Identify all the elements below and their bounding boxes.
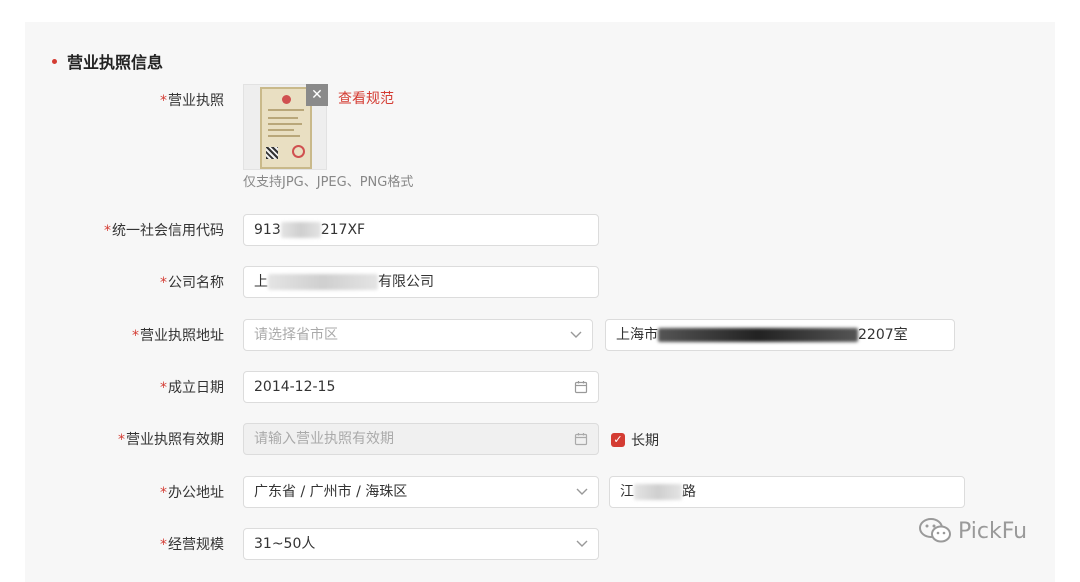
watermark: PickFu (918, 513, 1027, 549)
label-office-address: *办公地址 (160, 485, 224, 501)
view-spec-link[interactable]: 查看规范 (338, 88, 394, 110)
wechat-icon (919, 518, 951, 543)
credit-code-input[interactable]: 913 217XF (243, 214, 599, 246)
label-company-name: *公司名称 (160, 275, 224, 291)
format-hint: 仅支持JPG、JPEG、PNG格式 (243, 175, 414, 190)
row-credit-code: *统一社会信用代码 913 217XF (0, 214, 1080, 248)
long-term-label: 长期 (631, 433, 659, 449)
row-license-validity: *营业执照有效期 请输入营业执照有效期 ✓ 长期 (0, 423, 1080, 457)
calendar-icon (574, 372, 588, 402)
office-detail-address-input[interactable]: 江路 (609, 476, 965, 508)
label-license-address: *营业执照地址 (132, 328, 224, 344)
chevron-down-icon (576, 477, 588, 507)
label-license: *营业执照 (160, 93, 224, 109)
office-region-select[interactable]: 广东省 / 广州市 / 海珠区 (243, 476, 599, 508)
checkmark-icon: ✓ (611, 433, 625, 447)
license-validity-input[interactable]: 请输入营业执照有效期 (243, 423, 599, 455)
long-term-checkbox[interactable]: ✓ 长期 (611, 423, 659, 457)
row-company-name: *公司名称 上有限公司 (0, 266, 1080, 300)
section-title: 营业执照信息 (67, 53, 164, 72)
bullet-dot (52, 58, 57, 64)
row-license: *营业执照 (0, 84, 1080, 118)
established-date-picker[interactable]: 2014-12-15 (243, 371, 599, 403)
business-scale-select[interactable]: 31~50人 (243, 528, 599, 560)
row-license-address: *营业执照地址 请选择省市区 上海市 2207室 (0, 319, 1080, 353)
remove-image-icon[interactable]: ✕ (306, 84, 328, 106)
license-detail-address-input[interactable]: 上海市 2207室 (605, 319, 955, 351)
company-name-input[interactable]: 上有限公司 (243, 266, 599, 298)
calendar-icon (574, 424, 588, 454)
watermark-text: PickFu (958, 518, 1028, 544)
label-credit-code: *统一社会信用代码 (104, 223, 224, 239)
chevron-down-icon (570, 320, 582, 350)
label-license-validity: *营业执照有效期 (118, 432, 224, 448)
row-established-date: *成立日期 2014-12-15 (0, 371, 1080, 405)
label-established-date: *成立日期 (160, 380, 224, 396)
label-business-scale: *经营规模 (160, 537, 224, 553)
license-region-select[interactable]: 请选择省市区 (243, 319, 593, 351)
section-header: 营业执照信息 (52, 50, 163, 72)
chevron-down-icon (576, 529, 588, 559)
license-image (260, 87, 312, 169)
row-office-address: *办公地址 广东省 / 广州市 / 海珠区 江路 (0, 476, 1080, 510)
